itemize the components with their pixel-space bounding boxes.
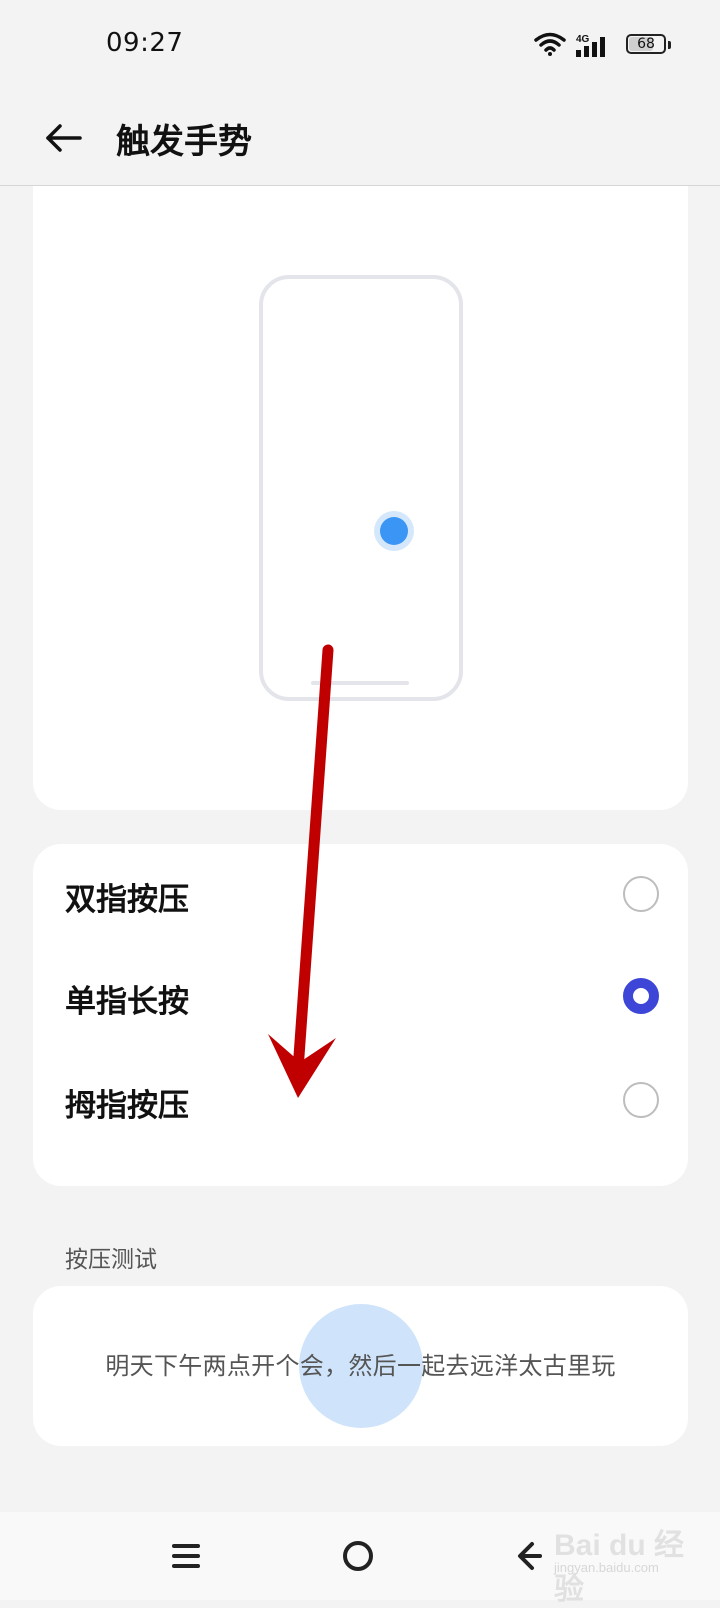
status-bar: 09:27 4G 68 <box>0 0 720 90</box>
battery-level: 68 <box>637 36 655 52</box>
page-title: 触发手势 <box>116 122 252 162</box>
wifi-icon <box>534 32 566 56</box>
option-two-finger-press[interactable]: 双指按压 <box>33 844 688 944</box>
option-label: 双指按压 <box>65 882 189 918</box>
network-type-label: 4G <box>576 34 590 45</box>
system-nav-bar <box>0 1512 720 1600</box>
radio-checked[interactable] <box>623 978 659 1014</box>
battery-icon: 68 <box>626 34 666 54</box>
option-label: 拇指按压 <box>65 1088 189 1124</box>
nav-back-button[interactable] <box>506 1532 554 1580</box>
radio-unchecked[interactable] <box>623 1082 659 1118</box>
battery-tip <box>668 41 671 49</box>
app-header: 触发手势 <box>0 90 720 186</box>
back-icon <box>518 1542 542 1570</box>
home-button[interactable] <box>334 1532 382 1580</box>
phone-home-bar <box>311 681 409 685</box>
signal-4g-icon: 4G <box>576 34 605 57</box>
option-single-finger-long-press[interactable]: 单指长按 <box>33 946 688 1046</box>
option-label: 单指长按 <box>65 984 189 1020</box>
recent-apps-button[interactable] <box>162 1532 210 1580</box>
gesture-options-card: 双指按压 单指长按 拇指按压 <box>33 844 688 1186</box>
press-test-sample-text[interactable]: 明天下午两点开个会，然后一起去远洋太古里玩 <box>33 1346 688 1381</box>
radio-unchecked[interactable] <box>623 876 659 912</box>
gesture-preview-card <box>33 186 688 810</box>
home-icon <box>343 1541 373 1571</box>
status-icons: 4G 68 <box>534 30 694 60</box>
section-label-press-test: 按压测试 <box>65 1247 157 1273</box>
press-test-card[interactable]: 明天下午两点开个会，然后一起去远洋太古里玩 <box>33 1286 688 1446</box>
arrow-left-icon <box>46 124 82 152</box>
status-time: 09:27 <box>106 28 184 58</box>
phone-illustration <box>259 275 463 701</box>
touch-indicator-dot <box>380 517 408 545</box>
option-thumb-press[interactable]: 拇指按压 <box>33 1050 688 1150</box>
menu-icon <box>172 1544 200 1568</box>
back-button[interactable] <box>36 110 92 166</box>
